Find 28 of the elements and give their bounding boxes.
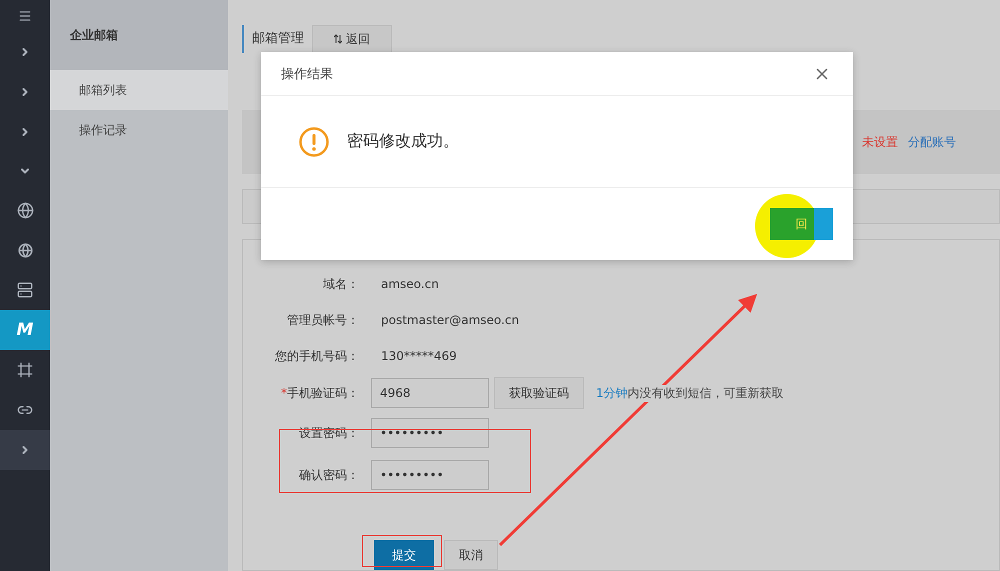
field-label: 管理员帐号： bbox=[286, 312, 360, 328]
globe-icon[interactable] bbox=[16, 202, 34, 218]
menu-icon[interactable] bbox=[18, 9, 32, 23]
sort-icon bbox=[334, 34, 342, 44]
field-label: 您的手机号码： bbox=[274, 348, 360, 364]
submit-button[interactable]: 提交 bbox=[374, 540, 434, 570]
field-label: 确认密码： bbox=[298, 466, 360, 484]
cancel-button[interactable]: 取消 bbox=[444, 540, 498, 570]
sidebar-title: 企业邮箱 bbox=[50, 0, 228, 70]
get-code-button[interactable]: 获取验证码 bbox=[494, 377, 584, 409]
warning-icon bbox=[299, 126, 329, 156]
password-input[interactable]: ••••••••• bbox=[371, 418, 489, 448]
code-input[interactable]: 4968 bbox=[371, 378, 489, 408]
status-text: 未设置 bbox=[862, 134, 898, 151]
field-value: postmaster@amseo.cn bbox=[380, 313, 520, 327]
back-button[interactable]: 返回 bbox=[312, 25, 392, 53]
field-label: 域名： bbox=[322, 276, 360, 292]
password-input[interactable]: ••••••••• bbox=[371, 460, 489, 490]
sidebar-item[interactable]: 操作记录 bbox=[50, 110, 228, 150]
dialog-message: 密码修改成功。 bbox=[347, 131, 459, 152]
dialog-title: 操作结果 bbox=[281, 66, 333, 82]
hint-text: 内没有收到短信，可重新获取 bbox=[628, 386, 784, 400]
server-icon[interactable] bbox=[17, 282, 33, 298]
globe-icon[interactable] bbox=[18, 242, 32, 258]
sidebar-item[interactable]: 邮箱列表 bbox=[50, 70, 228, 110]
field-label: *手机验证码： bbox=[280, 384, 360, 402]
field-value: 130*****469 bbox=[380, 349, 457, 363]
field-value: amseo.cn bbox=[380, 277, 439, 291]
